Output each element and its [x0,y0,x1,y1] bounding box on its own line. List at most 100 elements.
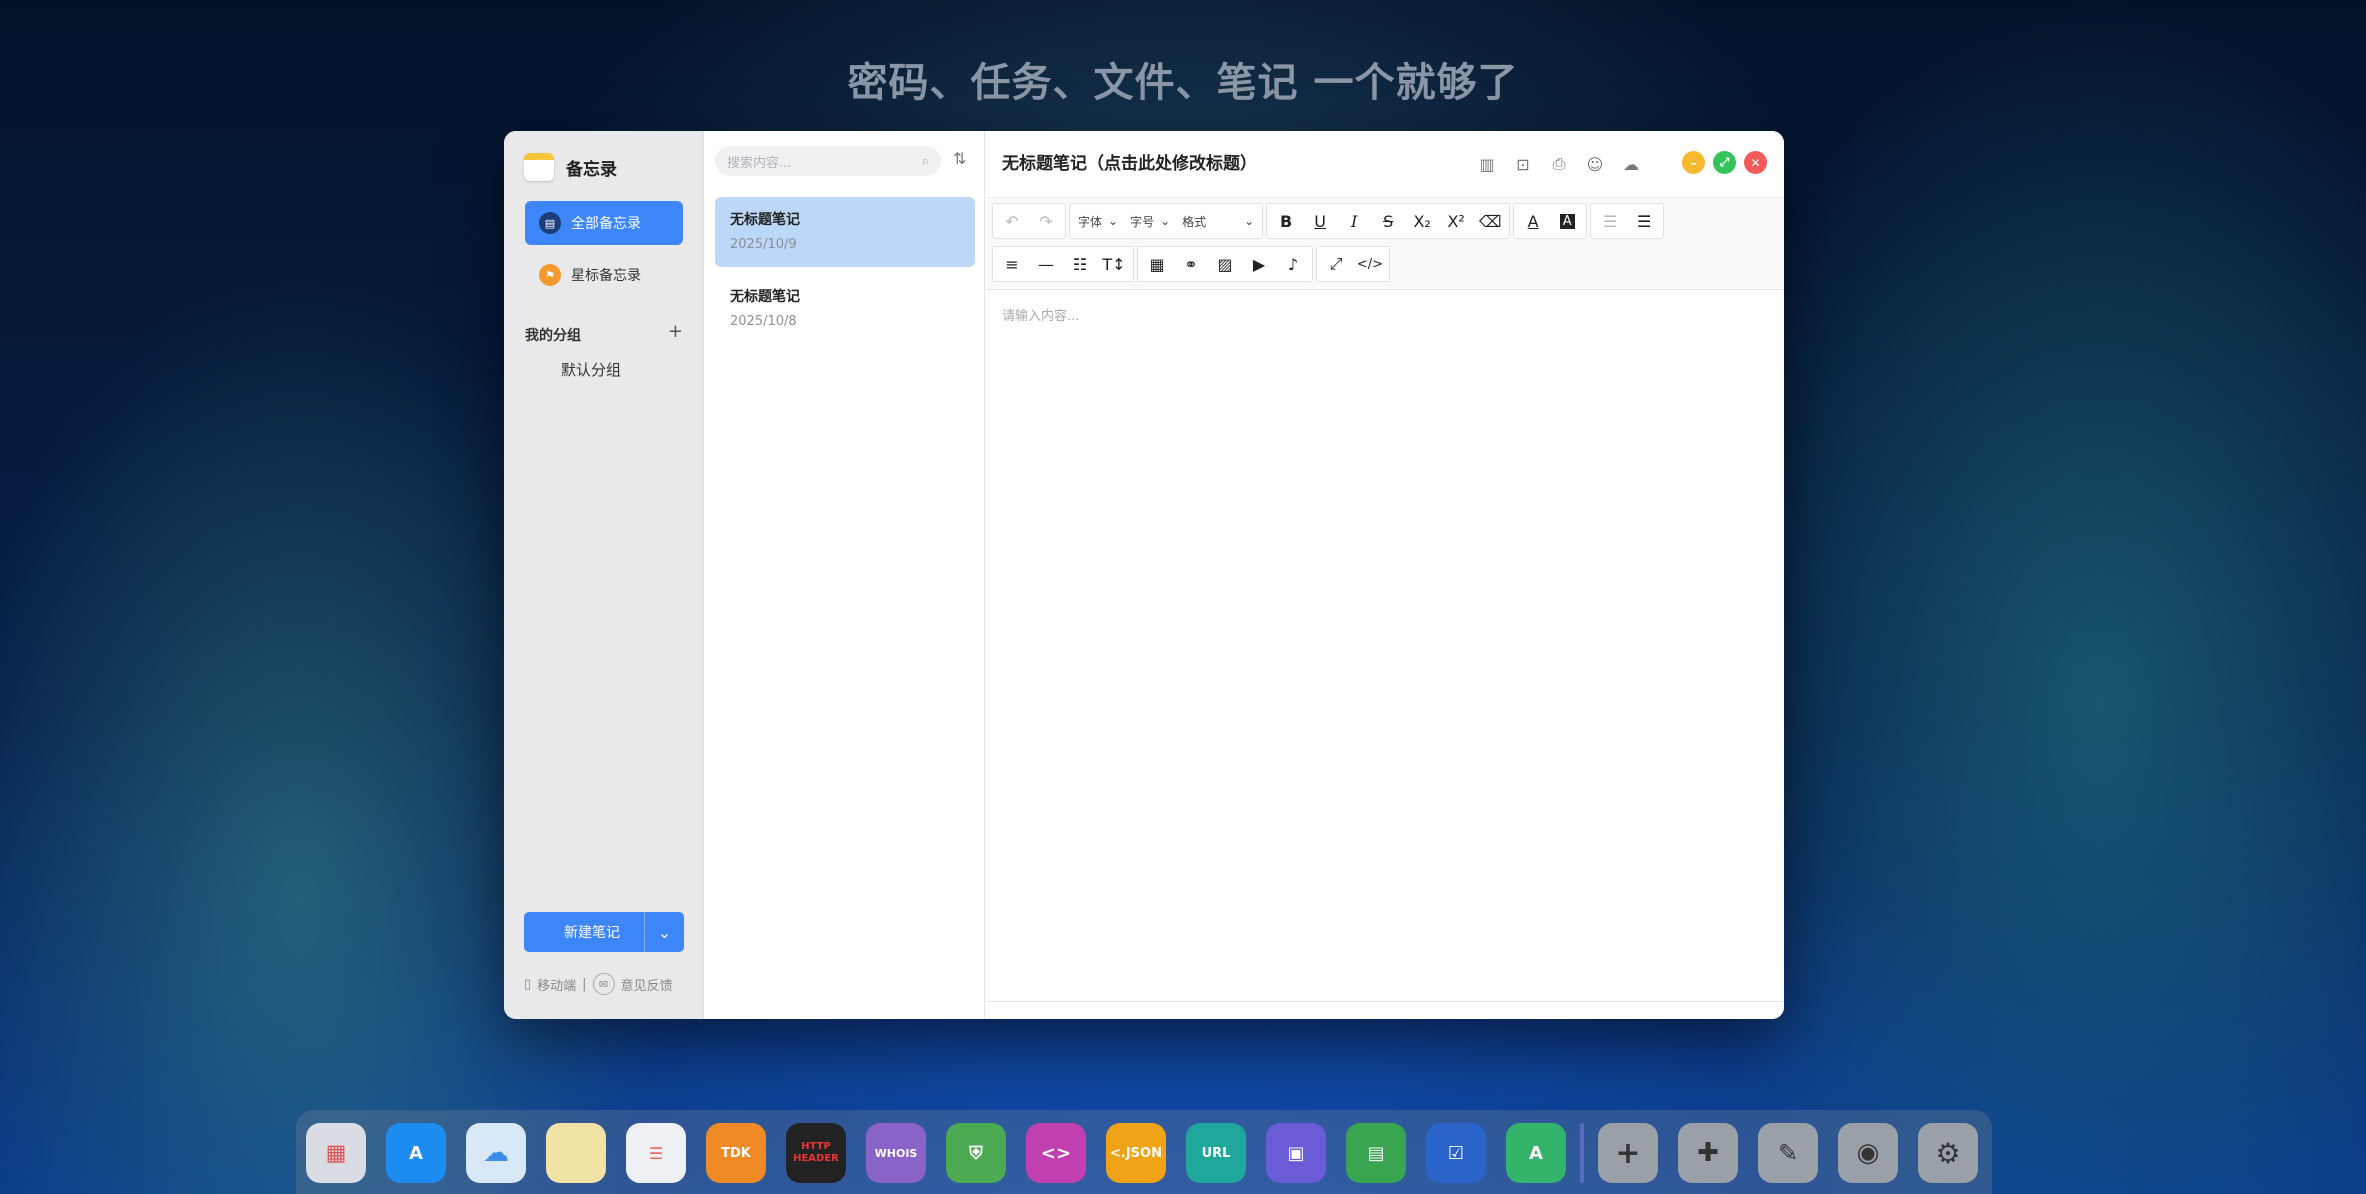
translate-tool-icon[interactable]: A [1506,1123,1566,1183]
subscript-icon[interactable]: X₂ [1405,204,1439,238]
redo-icon[interactable]: ↷ [1029,204,1063,238]
image-icon[interactable]: ▨ [1208,247,1242,281]
feedback-link[interactable]: 意见反馈 [621,975,673,994]
superscript-icon[interactable]: X² [1439,204,1473,238]
sheets-tool-icon[interactable]: ▤ [1346,1123,1406,1183]
paragraph-group: ≡ — ☷ T↕ [992,246,1134,282]
eraser-icon[interactable]: ⌫ [1473,204,1507,238]
checklist-tool-icon[interactable]: ☑ [1426,1123,1486,1183]
flag-icon: ⚑ [539,264,561,286]
fullscreen-icon[interactable]: ⤢ [1319,247,1353,281]
video-icon[interactable]: ▶ [1242,247,1276,281]
strikethrough-icon[interactable]: S [1371,204,1405,238]
notes-window: 备忘录 ▤ 全部备忘录 ⚑ 星标备忘录 我的分组 + 默认分组 新建笔记 ⌄ ▯… [504,131,1784,1019]
indent-group: ☰ ☰ [1590,203,1665,239]
italic-icon[interactable]: I [1337,204,1371,238]
lock-settings-icon[interactable]: ◉ [1838,1123,1898,1183]
note-date: 2025/10/8 [730,314,797,329]
puzzle-icon[interactable]: ✚ [1678,1123,1738,1183]
horizontal-rule-icon[interactable]: — [1029,247,1063,281]
icloud-icon[interactable]: ☁ [466,1123,526,1183]
url-tool-icon[interactable]: URL [1186,1123,1246,1183]
nav-starred-notes[interactable]: ⚑ 星标备忘录 [525,253,683,297]
insert-group: ▦ ⚭ ▨ ▶ ♪ [1137,246,1313,282]
whois-tool-icon[interactable]: WHOIS [866,1123,926,1183]
mobile-link[interactable]: 移动端 [537,975,576,994]
add-group-button[interactable]: + [668,323,683,345]
new-note-button[interactable]: 新建笔记 ⌄ [524,912,684,952]
window-controls: – ⤢ ✕ [1682,151,1767,174]
outdent-icon[interactable]: ☰ [1593,204,1627,238]
dock: ▦ A ☁ ☰ TDK HTTP HEADER WHOIS ⛨ <> <.JSO… [296,1110,1992,1194]
code-tool-icon[interactable]: <> [1026,1123,1086,1183]
close-button[interactable]: ✕ [1744,151,1767,174]
headline: 密码、任务、文件、笔记 一个就够了 [847,60,1519,106]
underline-icon[interactable]: U [1303,204,1337,238]
note-title-editable[interactable]: 无标题笔记（点击此处修改标题） [1002,149,1257,174]
app-header: 备忘录 [524,153,617,181]
tdk-tool-icon[interactable]: TDK [706,1123,766,1183]
share-user-icon[interactable]: ☺ [1584,153,1606,175]
image-tool-icon[interactable]: ▣ [1266,1123,1326,1183]
cloud-upload-icon[interactable]: ☁ [1620,153,1642,175]
maximize-button[interactable]: ⤢ [1713,151,1736,174]
nav-label: 星标备忘录 [571,268,641,284]
font-select-label: 字体 [1078,214,1103,229]
nav-all-notes[interactable]: ▤ 全部备忘录 [525,201,683,245]
format-toolbar: ↶ ↷ 字体 ⌄ 字号 ⌄ 格式 ⌄ B U I S X₂ X² ⌫ A A ☰… [986,197,1784,290]
app-title: 备忘录 [566,159,617,180]
brush-icon[interactable]: ✎ [1758,1123,1818,1183]
note-title: 无标题笔记 [730,212,800,228]
size-select-label: 字号 [1130,214,1155,229]
list-icon[interactable]: ☷ [1063,247,1097,281]
line-height-icon[interactable]: T↕ [1097,247,1131,281]
bold-icon[interactable]: B [1269,204,1303,238]
search-icon[interactable]: ⌕ [922,154,929,169]
undo-icon[interactable]: ↶ [995,204,1029,238]
note-list-item[interactable]: 无标题笔记 2025/10/8 [715,274,975,344]
link-icon[interactable]: ⚭ [1174,247,1208,281]
minimize-button[interactable]: – [1682,151,1705,174]
group-item-default[interactable]: 默认分组 [561,359,621,380]
note-date: 2025/10/9 [730,237,797,252]
mobile-icon: ▯ [524,976,532,992]
ssl-shield-icon[interactable]: ⛨ [946,1123,1006,1183]
launchpad-icon[interactable]: ▦ [306,1123,366,1183]
background-color-icon[interactable]: A [1550,204,1584,238]
note-list-panel: 搜索内容... ⌕ ⇅ 无标题笔记 2025/10/9 无标题笔记 2025/1… [705,131,985,1019]
align-left-icon[interactable]: ≡ [995,247,1029,281]
notes-dock-icon[interactable] [546,1123,606,1183]
note-list-item[interactable]: 无标题笔记 2025/10/9 [715,197,975,267]
new-note-label: 新建笔记 [564,925,620,941]
app-store-icon[interactable]: A [386,1123,446,1183]
toolbar-row-1: ↶ ↷ 字体 ⌄ 字号 ⌄ 格式 ⌄ B U I S X₂ X² ⌫ A A ☰… [992,202,1667,240]
font-color-icon[interactable]: A [1516,204,1550,238]
font-size-select[interactable]: 字号 ⌄ [1124,204,1176,238]
chevron-down-icon: ⌄ [1244,214,1255,228]
view-group: ⤢ </> [1316,246,1390,282]
http-header-tool-icon[interactable]: HTTP HEADER [786,1123,846,1183]
font-family-select[interactable]: 字体 ⌄ [1072,204,1124,238]
notes-app-icon [524,153,554,181]
content-editor[interactable]: 请输入内容... [1002,305,1079,324]
table-icon[interactable]: ▦ [1140,247,1174,281]
sort-icon[interactable]: ⇅ [953,149,966,168]
print-icon[interactable]: ⎙ [1548,153,1570,175]
indent-icon[interactable]: ☰ [1627,204,1661,238]
book-icon[interactable]: ▥ [1476,153,1498,175]
bookmark-icon[interactable]: ⊡ [1512,153,1534,175]
add-icon[interactable]: + [1598,1123,1658,1183]
notes-icon: ▤ [539,212,561,234]
system-settings-icon[interactable]: ⚙ [1918,1123,1978,1183]
toolbar-row-2: ≡ — ☷ T↕ ▦ ⚭ ▨ ▶ ♪ ⤢ </> [992,245,1393,283]
audio-icon[interactable]: ♪ [1276,247,1310,281]
search-input[interactable]: 搜索内容... ⌕ [715,146,941,176]
code-view-icon[interactable]: </> [1353,247,1387,281]
search-placeholder: 搜索内容... [727,155,792,171]
chevron-down-icon[interactable]: ⌄ [644,912,684,952]
format-select[interactable]: 格式 ⌄ [1176,204,1260,238]
sidebar-footer: ▯ 移动端 | ✉ 意见反馈 [524,973,673,995]
json-tool-icon[interactable]: <.JSON [1106,1123,1166,1183]
reminders-icon[interactable]: ☰ [626,1123,686,1183]
editor-panel: 无标题笔记（点击此处修改标题） ▥ ⊡ ⎙ ☺ ☁ – ⤢ ✕ ↶ ↷ 字体 ⌄ … [986,131,1784,1019]
